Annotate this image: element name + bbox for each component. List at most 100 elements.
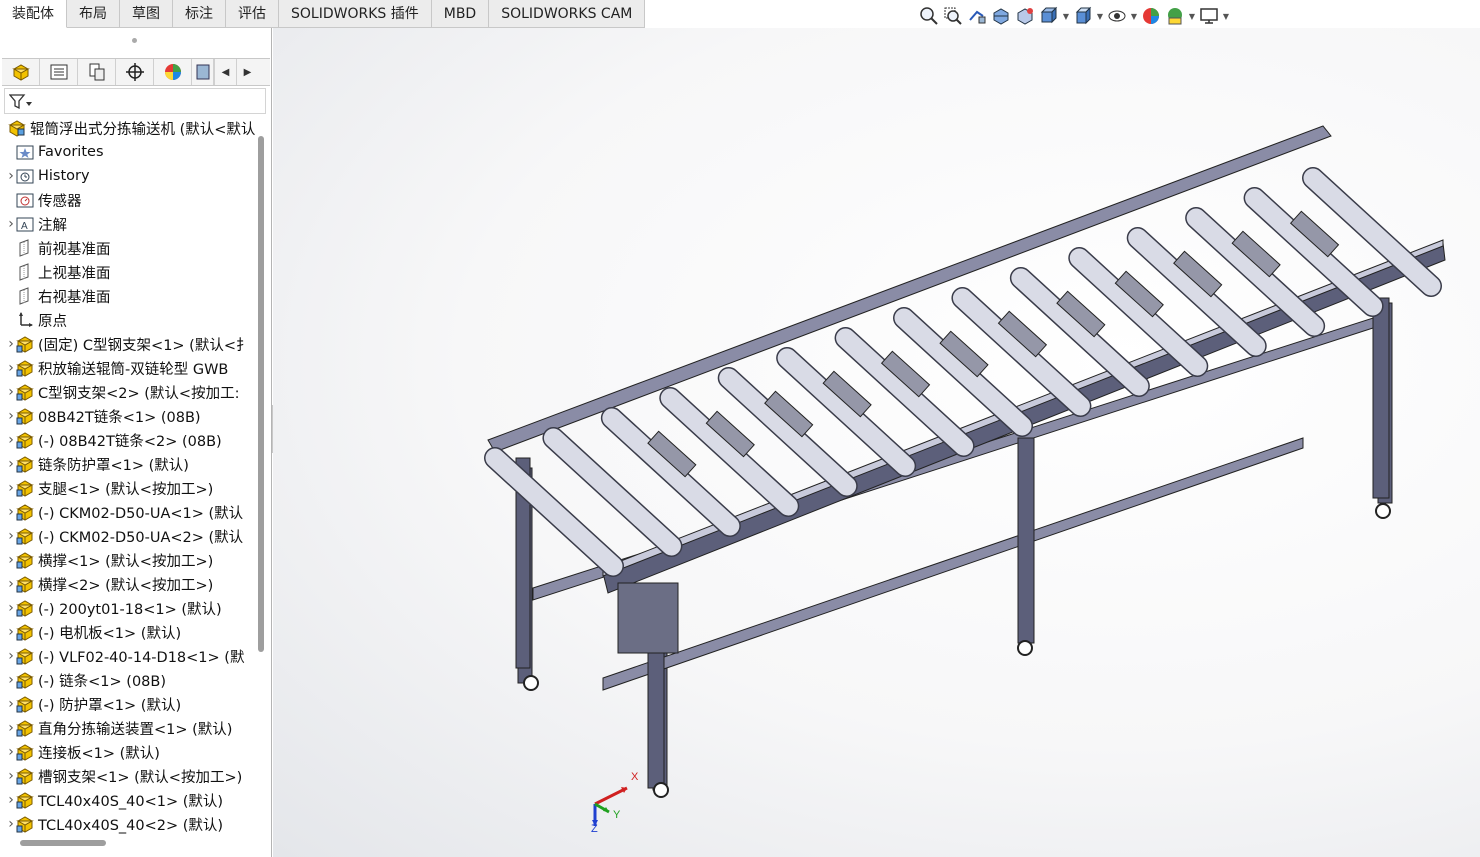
plane-icon xyxy=(16,287,34,305)
section-view-icon[interactable] xyxy=(990,5,1012,27)
tab-scroll-left-icon[interactable]: ◀ xyxy=(214,59,236,85)
tab-scroll-right-icon[interactable]: ▶ xyxy=(236,59,258,85)
tab-sketch[interactable]: 草图 xyxy=(120,0,173,28)
previous-view-icon[interactable] xyxy=(966,5,988,27)
filter-icon[interactable] xyxy=(9,93,33,111)
chevron-down-icon[interactable]: ▼ xyxy=(1188,5,1196,27)
tree-item[interactable]: › 积放输送辊筒-双链轮型 GWB xyxy=(0,356,258,380)
tree-item[interactable]: › (固定) C型钢支架<1> (默认<扌 xyxy=(0,332,258,356)
chevron-down-icon[interactable]: ▼ xyxy=(1222,5,1230,27)
chevron-right-icon[interactable]: › xyxy=(6,816,16,832)
hide-show-icon[interactable] xyxy=(1106,5,1128,27)
chevron-right-icon[interactable]: › xyxy=(6,384,16,400)
front-leg xyxy=(1017,437,1035,644)
tree-item[interactable]: › 横撑<1> (默认<按加工>) xyxy=(0,548,258,572)
dimxpert-icon[interactable] xyxy=(116,59,154,85)
tree-item[interactable]: 原点 xyxy=(0,308,258,332)
tab-assembly[interactable]: 装配体 xyxy=(0,0,67,28)
tree-item[interactable]: › (-) VLF02-40-14-D18<1> (默 xyxy=(0,644,258,668)
tree-item[interactable]: › 支腿<1> (默认<按加工>) xyxy=(0,476,258,500)
tree-item-label: TCL40x40S_40<2> (默认) xyxy=(38,817,224,834)
edit-appearance-icon[interactable] xyxy=(1140,5,1162,27)
tab-mbd[interactable]: MBD xyxy=(431,0,490,28)
tree-item[interactable]: 前视基准面 xyxy=(0,236,258,260)
tree-root-assembly[interactable]: 辊筒浮出式分拣输送机 (默认<默认 xyxy=(0,116,258,140)
tree-horizontal-scrollbar[interactable] xyxy=(20,840,106,846)
filter-field[interactable] xyxy=(4,88,266,114)
tree-item[interactable]: Favorites xyxy=(0,140,258,164)
tree-item[interactable]: › 直角分拣输送装置<1> (默认) xyxy=(0,716,258,740)
chevron-down-icon[interactable]: ▼ xyxy=(1096,5,1104,27)
conveyor-model[interactable] xyxy=(273,28,1480,857)
chevron-down-icon[interactable]: ▼ xyxy=(1130,5,1138,27)
chevron-right-icon[interactable]: › xyxy=(6,408,16,424)
tree-item[interactable]: › (-) 链条<1> (08B) xyxy=(0,668,258,692)
tab-cam[interactable]: SOLIDWORKS CAM xyxy=(489,0,646,28)
command-manager-tabs: 装配体 布局 草图 标注 评估 SOLIDWORKS 插件 MBD SOLIDW… xyxy=(0,0,646,28)
apply-scene-icon[interactable] xyxy=(1164,5,1186,27)
tree-item[interactable]: › (-) CKM02-D50-UA<2> (默认 xyxy=(0,524,258,548)
chevron-right-icon[interactable]: › xyxy=(6,552,16,568)
tree-item-label: 连接板<1> (默认) xyxy=(38,745,160,762)
tree-item[interactable]: › 槽钢支架<1> (默认<按加工>) xyxy=(0,764,258,788)
chevron-right-icon[interactable]: › xyxy=(6,720,16,736)
tree-item[interactable]: 右视基准面 xyxy=(0,284,258,308)
graphics-viewport[interactable]: X Y Z xyxy=(273,28,1480,857)
chevron-right-icon[interactable]: › xyxy=(6,336,16,352)
chevron-right-icon[interactable]: › xyxy=(6,624,16,640)
tree-item[interactable]: › A 注解 xyxy=(0,212,258,236)
chevron-down-icon[interactable]: ▼ xyxy=(1062,5,1070,27)
tree-item[interactable]: › C型钢支架<2> (默认<按加工: xyxy=(0,380,258,404)
tree-item[interactable]: › 连接板<1> (默认) xyxy=(0,740,258,764)
tab-layout[interactable]: 布局 xyxy=(67,0,120,28)
featuremanager-icon[interactable] xyxy=(2,59,40,85)
chevron-right-icon[interactable]: › xyxy=(6,672,16,688)
tree-item[interactable]: › History xyxy=(0,164,258,188)
zoom-to-fit-icon[interactable] xyxy=(918,5,940,27)
display-manager-icon[interactable] xyxy=(154,59,192,85)
view-settings-icon[interactable] xyxy=(1198,5,1220,27)
zoom-area-icon[interactable] xyxy=(942,5,964,27)
chevron-right-icon[interactable]: › xyxy=(6,744,16,760)
chevron-right-icon[interactable]: › xyxy=(6,600,16,616)
tree-item[interactable]: › (-) 电机板<1> (默认) xyxy=(0,620,258,644)
tree-item-label: (-) VLF02-40-14-D18<1> (默 xyxy=(38,649,245,666)
view-orientation-icon[interactable] xyxy=(1038,5,1060,27)
tab-markup[interactable]: 标注 xyxy=(173,0,226,28)
tree-item[interactable]: › (-) CKM02-D50-UA<1> (默认 xyxy=(0,500,258,524)
part-icon xyxy=(16,647,34,665)
tree-item[interactable]: › (-) 防护罩<1> (默认) xyxy=(0,692,258,716)
tree-item[interactable]: 传感器 xyxy=(0,188,258,212)
tree-item[interactable]: › (-) 08B42T链条<2> (08B) xyxy=(0,428,258,452)
tree-item[interactable]: › 08B42T链条<1> (08B) xyxy=(0,404,258,428)
chevron-right-icon[interactable]: › xyxy=(6,528,16,544)
panel-grip[interactable] xyxy=(132,38,137,43)
tree-item[interactable]: › (-) 200yt01-18<1> (默认) xyxy=(0,596,258,620)
chevron-right-icon[interactable]: › xyxy=(6,648,16,664)
tree-item[interactable]: › 横撑<2> (默认<按加工>) xyxy=(0,572,258,596)
chevron-right-icon[interactable]: › xyxy=(6,480,16,496)
chevron-right-icon[interactable]: › xyxy=(6,456,16,472)
display-style-icon[interactable] xyxy=(1072,5,1094,27)
chevron-right-icon[interactable]: › xyxy=(6,504,16,520)
tree-item[interactable]: › TCL40x40S_40<2> (默认) xyxy=(0,812,258,836)
chevron-right-icon[interactable]: › xyxy=(6,360,16,376)
tree-item[interactable]: › 链条防护罩<1> (默认) xyxy=(0,452,258,476)
propertymanager-icon[interactable] xyxy=(40,59,78,85)
chevron-right-icon[interactable]: › xyxy=(6,168,16,184)
chevron-right-icon[interactable]: › xyxy=(6,768,16,784)
tree-vertical-scrollbar[interactable] xyxy=(258,136,264,652)
dynamic-annotation-icon[interactable] xyxy=(1014,5,1036,27)
configurationmanager-icon[interactable] xyxy=(78,59,116,85)
cam-manager-icon[interactable] xyxy=(192,59,214,85)
chevron-right-icon[interactable]: › xyxy=(6,792,16,808)
plane-icon xyxy=(16,239,34,257)
tab-addins[interactable]: SOLIDWORKS 插件 xyxy=(279,0,432,28)
tab-evaluate[interactable]: 评估 xyxy=(226,0,279,28)
chevron-right-icon[interactable]: › xyxy=(6,216,16,232)
chevron-right-icon[interactable]: › xyxy=(6,696,16,712)
chevron-right-icon[interactable]: › xyxy=(6,576,16,592)
chevron-right-icon[interactable]: › xyxy=(6,432,16,448)
tree-item[interactable]: 上视基准面 xyxy=(0,260,258,284)
tree-item[interactable]: › TCL40x40S_40<1> (默认) xyxy=(0,788,258,812)
